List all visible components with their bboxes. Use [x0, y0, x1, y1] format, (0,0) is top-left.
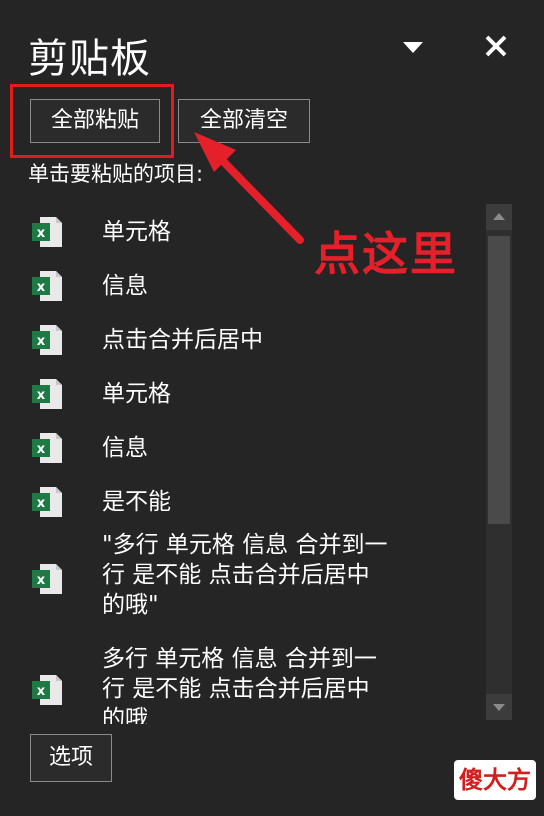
scroll-down-icon — [493, 704, 505, 711]
clipboard-item-label: 点击合并后居中 — [102, 327, 263, 353]
svg-text:x: x — [37, 442, 46, 457]
annotation-highlight-box — [10, 84, 174, 158]
watermark: 傻大方 — [454, 760, 536, 800]
svg-text:x: x — [37, 684, 46, 699]
excel-icon: x — [32, 325, 62, 355]
close-icon[interactable] — [480, 30, 512, 62]
excel-icon: x — [32, 271, 62, 301]
clipboard-item-label: 信息 — [102, 435, 148, 461]
panel-title: 剪贴板 — [28, 36, 151, 82]
svg-text:x: x — [37, 388, 46, 403]
svg-text:x: x — [37, 280, 46, 295]
annotation-text: 点这里 — [314, 227, 458, 281]
svg-text:x: x — [37, 573, 46, 588]
options-button[interactable]: 选项 — [30, 734, 112, 782]
clipboard-item[interactable]: x 信息 — [0, 422, 485, 474]
clipboard-item-label: "多行 单元格 信息 合并到一 行 是不能 点击合并后居中 的哦" — [102, 532, 388, 618]
scroll-thumb[interactable] — [488, 236, 510, 524]
clipboard-item[interactable]: x "多行 单元格 信息 合并到一 行 是不能 点击合并后居中 的哦" — [0, 530, 485, 634]
clipboard-item[interactable]: x 点击合并后居中 — [0, 314, 485, 366]
excel-icon: x — [32, 675, 62, 705]
scroll-down-button[interactable] — [486, 694, 512, 720]
instruction-text: 单击要粘贴的项目: — [28, 162, 204, 186]
excel-icon: x — [32, 564, 62, 594]
clipboard-item-label: 多行 单元格 信息 合并到一 行 是不能 点击合并后居中 的哦 — [102, 646, 377, 724]
scroll-up-icon — [493, 213, 505, 220]
clipboard-item[interactable]: x 多行 单元格 信息 合并到一 行 是不能 点击合并后居中 的哦 — [0, 642, 485, 724]
svg-text:x: x — [37, 334, 46, 349]
scrollbar[interactable] — [486, 204, 512, 720]
chevron-down-icon[interactable] — [398, 34, 428, 60]
clipboard-item[interactable]: x 是不能 — [0, 476, 485, 528]
clear-all-button[interactable]: 全部清空 — [178, 99, 310, 143]
svg-text:x: x — [37, 496, 46, 511]
excel-icon: x — [32, 217, 62, 247]
clipboard-item[interactable]: x 单元格 — [0, 368, 485, 420]
clipboard-item-label: 单元格 — [102, 381, 171, 407]
excel-icon: x — [32, 433, 62, 463]
scroll-up-button[interactable] — [486, 204, 512, 230]
clipboard-item-label: 是不能 — [102, 489, 171, 515]
excel-icon: x — [32, 379, 62, 409]
svg-text:x: x — [37, 226, 46, 241]
excel-icon: x — [32, 487, 62, 517]
